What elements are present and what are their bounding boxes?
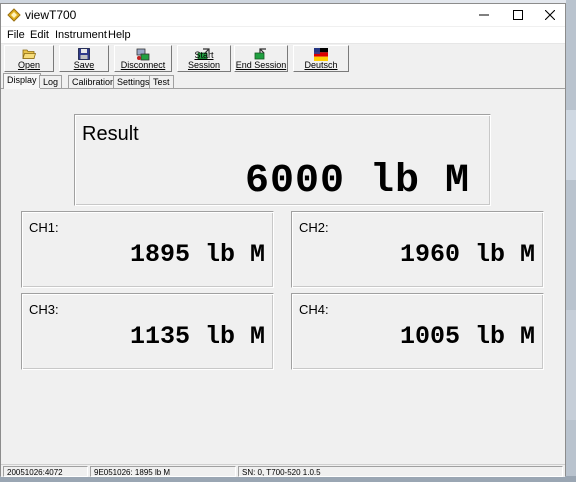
app-window: viewT700 File Edit Instrument Help Open (0, 3, 566, 477)
toolbar: Open Save Disconnect Start Session End S… (1, 44, 565, 74)
status-bar: 20051026:4072 9E051026: 1895 lb M SN: 0,… (1, 464, 565, 477)
disconnect-label: Disconnect (120, 60, 166, 70)
tab-calibration[interactable]: Calibration (68, 75, 120, 88)
language-button[interactable]: Deutsch (293, 45, 349, 72)
desktop-background-right (566, 0, 576, 482)
tab-display[interactable]: Display (3, 73, 41, 89)
menu-edit[interactable]: Edit (30, 29, 49, 41)
desktop-background-patch (566, 310, 576, 420)
maximize-button[interactable] (501, 4, 535, 26)
channel-1-panel: CH1: 1895 lb M (21, 211, 274, 288)
end-session-button[interactable]: End Session (234, 45, 288, 72)
tab-test[interactable]: Test (149, 75, 174, 88)
menu-file[interactable]: File (7, 29, 25, 41)
channel-4-panel: CH4: 1005 lb M (291, 293, 544, 370)
floppy-disk-icon (78, 48, 90, 60)
channel-2-panel: CH2: 1960 lb M (291, 211, 544, 288)
save-button[interactable]: Save (59, 45, 109, 72)
channel-2-value: 1960 lb M (399, 240, 535, 269)
end-session-label: End Session (235, 60, 287, 70)
disconnect-button[interactable]: Disconnect (114, 45, 172, 72)
channel-1-label: CH1: (29, 220, 59, 235)
channel-3-value: 1135 lb M (129, 322, 265, 351)
minimize-button[interactable] (467, 4, 501, 26)
language-label: Deutsch (304, 60, 338, 70)
display-tab-content: Result 6000 lb M CH1: 1895 lb M CH2: 196… (1, 89, 565, 464)
tab-log[interactable]: Log (39, 75, 63, 88)
menu-help[interactable]: Help (108, 29, 131, 41)
channel-4-label: CH4: (299, 302, 329, 317)
channel-3-label: CH3: (29, 302, 59, 317)
open-label: Open (17, 60, 41, 70)
result-value: 6000 lb M (244, 159, 470, 204)
channel-4-value: 1005 lb M (399, 322, 535, 351)
status-middle: 9E051026: 1895 lb M (90, 466, 236, 477)
close-button[interactable] (533, 4, 567, 26)
minimize-icon (479, 14, 489, 16)
status-left: 20051026:4072 (3, 466, 88, 477)
save-label: Save (73, 60, 95, 70)
channel-3-panel: CH3: 1135 lb M (21, 293, 274, 370)
window-title: viewT700 (25, 8, 77, 22)
start-session-button[interactable]: Start Session (177, 45, 231, 72)
menu-instrument[interactable]: Instrument (55, 29, 107, 41)
result-label: Result (82, 123, 139, 145)
tab-strip: Display Log Calibration Settings Test (1, 73, 565, 89)
maximize-icon (513, 10, 523, 20)
folder-open-icon (22, 49, 36, 59)
channel-1-value: 1895 lb M (129, 240, 265, 269)
close-icon (545, 10, 555, 20)
app-logo-icon (7, 8, 21, 22)
tab-settings[interactable]: Settings (113, 75, 154, 88)
open-button[interactable]: Open (4, 45, 54, 72)
result-panel: Result 6000 lb M (74, 114, 491, 206)
desktop-background-patch (566, 110, 576, 180)
status-right: SN: 0, T700-520 1.0.5 (238, 466, 563, 477)
end-session-icon (254, 48, 266, 60)
menu-bar: File Edit Instrument Help (1, 27, 565, 44)
title-bar[interactable]: viewT700 (1, 4, 565, 26)
channel-2-label: CH2: (299, 220, 329, 235)
start-session-label: Start Session (187, 50, 221, 70)
